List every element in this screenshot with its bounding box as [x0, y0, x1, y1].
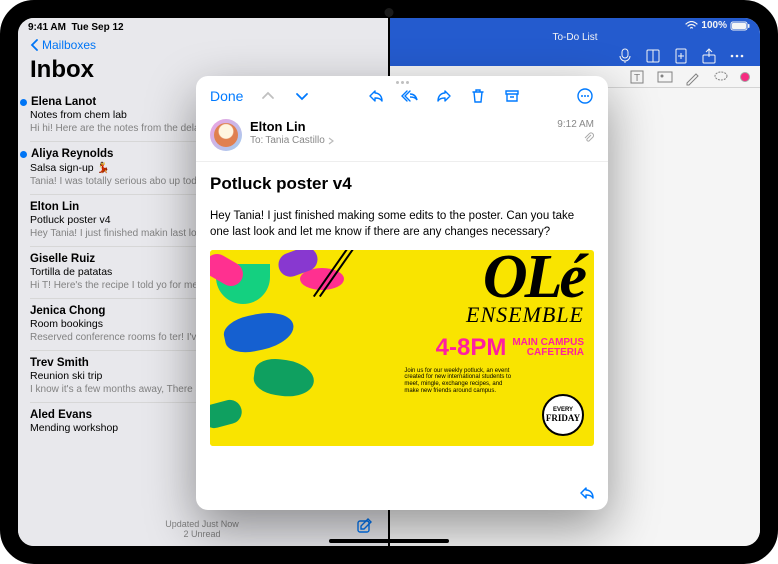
mail-reader-window: Done Elton Lin To: Tania Castillo 9:12 A… — [196, 76, 608, 510]
prev-message-button[interactable] — [259, 87, 277, 105]
poster-loc2: CAFETERIA — [512, 348, 584, 358]
poster-art — [210, 250, 410, 446]
next-message-button[interactable] — [293, 87, 311, 105]
poster-subhead: ENSEMBLE — [404, 302, 584, 328]
poster-headline: OLé — [404, 256, 584, 299]
home-indicator[interactable] — [329, 539, 449, 543]
chevron-right-icon — [327, 137, 335, 145]
message-body: Potluck poster v4 Hey Tania! I just fini… — [196, 162, 608, 510]
message-time: 9:12 AM — [557, 119, 594, 130]
forward-button[interactable] — [435, 87, 453, 105]
poster-badge: EVERY FRIDAY — [542, 394, 584, 436]
reply-button[interactable] — [367, 87, 385, 105]
attachment-icon — [557, 132, 594, 146]
from-name[interactable]: Elton Lin — [250, 119, 549, 134]
trash-button[interactable] — [469, 87, 487, 105]
message-header: Elton Lin To: Tania Castillo 9:12 AM — [196, 113, 608, 162]
quick-reply-button[interactable] — [578, 484, 596, 502]
more-actions-button[interactable] — [576, 87, 594, 105]
window-grabber[interactable] — [196, 76, 608, 85]
message-text: Hey Tania! I just finished making some e… — [210, 208, 594, 240]
to-label: To: — [250, 135, 263, 146]
to-field[interactable]: To: Tania Castillo — [250, 135, 549, 146]
front-camera — [385, 8, 394, 17]
poster-text: OLé ENSEMBLE 4-8PM MAIN CAMPUSCAFETERIA … — [394, 250, 594, 446]
poster-hours: 4-8PM — [436, 334, 507, 362]
to-name: Tania Castillo — [265, 135, 324, 146]
archive-button[interactable] — [503, 87, 521, 105]
ipad-frame: 9:41 AM Tue Sep 12 Mailboxes Inbox Elena… — [0, 0, 778, 564]
done-button[interactable]: Done — [210, 88, 243, 104]
reader-toolbar: Done — [196, 85, 608, 113]
poster-attachment[interactable]: OLé ENSEMBLE 4-8PM MAIN CAMPUSCAFETERIA … — [210, 250, 594, 446]
reply-all-button[interactable] — [401, 87, 419, 105]
message-subject: Potluck poster v4 — [210, 174, 594, 194]
poster-desc: Join us for our weekly potluck, an event… — [404, 368, 514, 396]
sender-avatar[interactable] — [210, 119, 242, 151]
